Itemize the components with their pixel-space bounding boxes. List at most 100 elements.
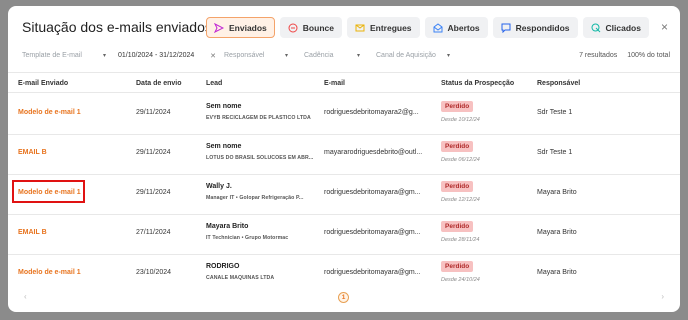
status-since: Desde 10/12/24 bbox=[441, 117, 480, 123]
status-since: Desde 06/12/24 bbox=[441, 157, 480, 163]
send-date: 23/10/2024 bbox=[136, 269, 172, 276]
owner-name: Mayara Brito bbox=[537, 189, 577, 196]
results-percent: 100% do total bbox=[627, 52, 670, 59]
chevron-left-icon[interactable]: ‹ bbox=[24, 292, 27, 301]
tab-respondidos[interactable]: Respondidos bbox=[492, 17, 578, 38]
lead-email: rodriguesdebritomayara2@g... bbox=[324, 109, 419, 116]
table-row[interactable]: Modelo de e-mail 1 29/11/2024 Sem nome E… bbox=[8, 94, 680, 134]
lead-email: mayararodriguesdebrito@outl... bbox=[324, 149, 423, 156]
status-badge: Perdido bbox=[441, 261, 474, 272]
tab-label: Clicados bbox=[605, 22, 641, 33]
status-badge: Perdido bbox=[441, 221, 474, 232]
lead-name[interactable]: Sem nome bbox=[206, 103, 241, 110]
lead-email: rodriguesdebritomayara@gm... bbox=[324, 229, 421, 236]
tab-label: Enviados bbox=[229, 22, 267, 33]
divider bbox=[8, 92, 680, 93]
lead-name[interactable]: Mayara Brito bbox=[206, 223, 248, 230]
template-filter[interactable]: Template de E-mail ▾ bbox=[22, 52, 106, 59]
email-template-link[interactable]: EMAIL B bbox=[18, 149, 47, 156]
tab-label: Respondidos bbox=[515, 22, 570, 33]
page-current[interactable]: 1 bbox=[338, 292, 349, 303]
email-template-link[interactable]: EMAIL B bbox=[18, 229, 47, 236]
cadencia-placeholder: Cadência bbox=[304, 52, 334, 59]
lead-company: LOTUS DO BRASIL SOLUCOES EM ABR... bbox=[206, 155, 314, 161]
tab-label: Entregues bbox=[369, 22, 412, 33]
owner-name: Sdr Teste 1 bbox=[537, 109, 573, 116]
open-envelope-icon bbox=[433, 22, 443, 33]
tab-entregues[interactable]: Entregues bbox=[346, 17, 420, 38]
send-icon bbox=[214, 22, 224, 33]
header-email: E-mail bbox=[324, 80, 346, 87]
table-row[interactable]: Modelo de e-mail 1 23/10/2024 RODRIGO CA… bbox=[8, 254, 680, 294]
responsavel-placeholder: Responsável bbox=[224, 52, 265, 59]
chevron-down-icon: ▾ bbox=[446, 53, 450, 59]
tab-label: Bounce bbox=[302, 22, 334, 33]
lead-email: rodriguesdebritomayara@gm... bbox=[324, 269, 421, 276]
tab-label: Abertos bbox=[447, 22, 480, 33]
header-status: Status da Prospecção bbox=[441, 80, 515, 87]
lead-name[interactable]: Sem nome bbox=[206, 143, 241, 150]
status-label: Perdido bbox=[441, 101, 474, 112]
highlight-box bbox=[12, 180, 85, 203]
status-label: Perdido bbox=[441, 141, 474, 152]
chevron-down-icon: ▾ bbox=[356, 53, 360, 59]
clear-icon[interactable]: ✕ bbox=[210, 52, 216, 60]
reply-icon bbox=[501, 23, 511, 33]
tab-clicados[interactable]: Clicados bbox=[582, 17, 649, 38]
results-count: 7 resultados bbox=[579, 52, 618, 59]
lead-name[interactable]: Wally J. bbox=[206, 183, 232, 190]
chevron-right-icon[interactable]: › bbox=[661, 292, 664, 301]
responsavel-filter[interactable]: Responsável ▾ bbox=[224, 52, 288, 59]
email-status-modal: Situação dos e-mails enviados Enviados B… bbox=[8, 6, 680, 312]
page-title: Situação dos e-mails enviados bbox=[22, 19, 212, 35]
envelope-icon bbox=[355, 23, 365, 33]
status-badge: Perdido bbox=[441, 101, 474, 112]
tab-bounce[interactable]: Bounce bbox=[279, 17, 342, 38]
table-row[interactable]: Modelo de e-mail 1 29/11/2024 Wally J. M… bbox=[8, 174, 680, 214]
status-badge: Perdido bbox=[441, 141, 474, 152]
lead-company: CANALE MAQUINAS LTDA bbox=[206, 275, 275, 281]
send-date: 29/11/2024 bbox=[136, 189, 171, 196]
canal-filter[interactable]: Canal de Aquisição ▾ bbox=[376, 52, 450, 59]
table-header: E-mail Enviado Data de envio Lead E-mail… bbox=[8, 78, 680, 92]
chevron-down-icon: ▾ bbox=[284, 53, 288, 59]
click-icon bbox=[591, 23, 601, 33]
status-label: Perdido bbox=[441, 221, 474, 232]
status-badge: Perdido bbox=[441, 181, 474, 192]
chevron-down-icon: ▾ bbox=[102, 53, 106, 59]
date-range-filter[interactable]: 01/10/2024 - 31/12/2024 ✕ bbox=[118, 52, 216, 60]
close-icon[interactable]: × bbox=[661, 20, 668, 34]
status-since: Desde 24/10/24 bbox=[441, 277, 480, 283]
owner-name: Sdr Teste 1 bbox=[537, 149, 573, 156]
modal-header: Situação dos e-mails enviados Enviados B… bbox=[8, 6, 680, 46]
header-lead: Lead bbox=[206, 80, 223, 87]
lead-company: EVYB RECICLAGEM DE PLASTICO LTDA bbox=[206, 115, 311, 121]
email-template-link[interactable]: Modelo de e-mail 1 bbox=[18, 109, 81, 116]
lead-email: rodriguesdebritomayara@gm... bbox=[324, 189, 421, 196]
filter-bar: Template de E-mail ▾ 01/10/2024 - 31/12/… bbox=[8, 52, 680, 68]
date-range-value: 01/10/2024 - 31/12/2024 bbox=[118, 52, 195, 59]
owner-name: Mayara Brito bbox=[537, 269, 577, 276]
send-date: 29/11/2024 bbox=[136, 149, 171, 156]
header-data-envio: Data de envio bbox=[136, 80, 182, 87]
cadencia-filter[interactable]: Cadência ▾ bbox=[304, 52, 360, 59]
table-row[interactable]: EMAIL B 29/11/2024 Sem nome LOTUS DO BRA… bbox=[8, 134, 680, 174]
table-row[interactable]: EMAIL B 27/11/2024 Mayara Brito IT Techn… bbox=[8, 214, 680, 254]
template-filter-placeholder: Template de E-mail bbox=[22, 52, 82, 59]
status-label: Perdido bbox=[441, 261, 474, 272]
lead-company: Manager IT • Golopar Refrigeração P... bbox=[206, 195, 304, 201]
email-template-link[interactable]: Modelo de e-mail 1 bbox=[18, 269, 81, 276]
send-date: 29/11/2024 bbox=[136, 109, 171, 116]
tab-enviados[interactable]: Enviados bbox=[206, 17, 275, 38]
header-responsavel: Responsável bbox=[537, 80, 581, 87]
send-date: 27/11/2024 bbox=[136, 229, 171, 236]
lead-company: IT Technician • Grupo Motormac bbox=[206, 235, 289, 241]
tab-abertos[interactable]: Abertos bbox=[424, 17, 488, 38]
bounce-icon bbox=[288, 23, 298, 33]
canal-placeholder: Canal de Aquisição bbox=[376, 52, 436, 59]
divider bbox=[8, 72, 680, 73]
tab-bar: Enviados Bounce Entregues Abertos Respon… bbox=[206, 17, 649, 38]
header-email-enviado: E-mail Enviado bbox=[18, 80, 69, 87]
status-since: Desde 28/11/24 bbox=[441, 237, 480, 243]
lead-name[interactable]: RODRIGO bbox=[206, 263, 239, 270]
